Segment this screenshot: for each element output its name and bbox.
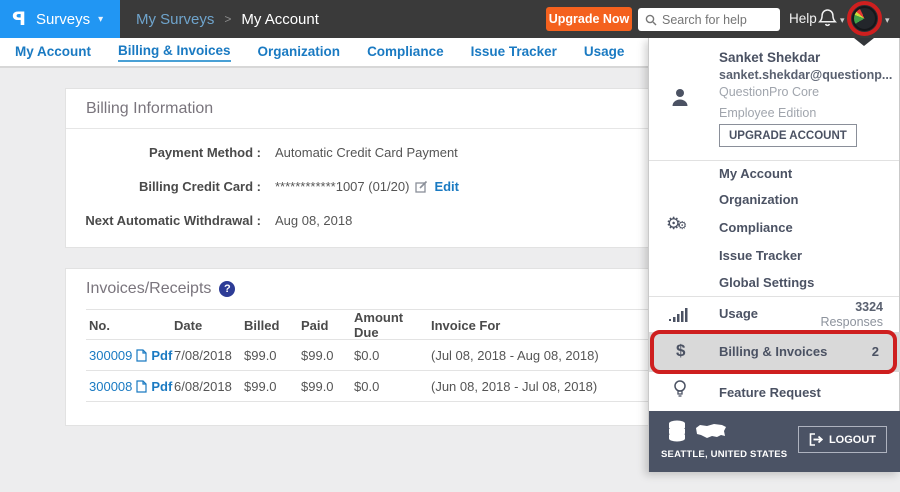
lightbulb-icon: [673, 380, 687, 398]
chevron-down-icon: ▾: [885, 15, 890, 26]
upgrade-account-button[interactable]: UPGRADE ACCOUNT: [719, 124, 857, 147]
payment-method-value: Automatic Credit Card Payment: [275, 145, 458, 160]
invoice-paid: $99.0: [301, 379, 354, 394]
next-withdrawal-value: Aug 08, 2018: [275, 213, 352, 228]
tab-usage[interactable]: Usage: [584, 44, 625, 61]
menu-item-feature-request[interactable]: Feature Request: [719, 385, 821, 400]
search-input[interactable]: [662, 13, 773, 27]
tab-issue-tracker[interactable]: Issue Tracker: [471, 44, 557, 61]
account-user-name: Sanket Shekdar: [719, 50, 820, 65]
divider: [649, 160, 899, 161]
billing-invoices-count: 2: [872, 344, 879, 359]
invoices-title: Invoices/Receipts: [86, 280, 211, 298]
user-avatar[interactable]: [852, 6, 877, 31]
datacenter-location-label: SEATTLE, UNITED STATES: [661, 449, 787, 460]
edit-credit-card-link[interactable]: Edit: [434, 179, 459, 194]
pdf-link[interactable]: Pdf: [151, 379, 172, 394]
tab-organization[interactable]: Organization: [258, 44, 341, 61]
help-question-icon[interactable]: ?: [219, 281, 235, 297]
account-edition: Employee Edition: [719, 106, 816, 120]
divider: [649, 296, 899, 297]
tab-compliance[interactable]: Compliance: [367, 44, 444, 61]
breadcrumb-separator: >: [224, 12, 231, 26]
dollar-icon: $: [676, 341, 685, 361]
pdf-link[interactable]: Pdf: [151, 348, 172, 363]
edit-pencil-icon[interactable]: [415, 180, 428, 193]
usa-map-icon: [695, 422, 727, 441]
help-link[interactable]: Help: [789, 11, 817, 26]
breadcrumb-current-page: My Account: [241, 11, 319, 28]
chevron-down-icon: ▾: [840, 15, 845, 26]
billing-credit-card-value: ************1007 (01/20): [275, 179, 409, 194]
menu-item-organization[interactable]: Organization: [719, 192, 798, 207]
usage-responses-count: 3324: [855, 300, 883, 314]
top-header: P Surveys ▾ My Surveys > My Account Upgr…: [0, 0, 900, 38]
account-user-email: sanket.shekdar@questionp...: [719, 68, 892, 82]
search-icon: [645, 14, 657, 26]
invoice-paid: $99.0: [301, 348, 354, 363]
pdf-file-icon[interactable]: [136, 380, 147, 393]
logout-button[interactable]: LOGOUT: [798, 426, 887, 453]
menu-item-global-settings[interactable]: Global Settings: [719, 275, 814, 290]
chevron-down-icon: ▾: [98, 14, 103, 25]
invoice-billed: $99.0: [244, 348, 301, 363]
pdf-file-icon[interactable]: [136, 349, 147, 362]
invoice-amount-due: $0.0: [354, 348, 431, 363]
col-paid: Paid: [301, 318, 354, 333]
menu-item-compliance[interactable]: Compliance: [719, 220, 793, 235]
invoice-number-link[interactable]: 300008: [89, 379, 132, 394]
dropdown-pointer: [854, 38, 874, 46]
billing-credit-card-label: Billing Credit Card :: [66, 179, 261, 194]
col-no: No.: [89, 318, 174, 333]
invoice-amount-due: $0.0: [354, 379, 431, 394]
logout-exit-icon: [809, 433, 823, 446]
usage-responses-unit: Responses: [820, 315, 883, 329]
help-search[interactable]: [638, 8, 780, 31]
tab-my-account[interactable]: My Account: [15, 44, 91, 61]
user-person-icon: [669, 86, 691, 108]
col-amount-due: Amount Due: [354, 310, 431, 340]
gears-settings-icon: ⚙⚙: [666, 214, 687, 234]
annotation-circle-avatar: [847, 1, 882, 36]
breadcrumb: My Surveys > My Account: [136, 0, 319, 38]
invoice-date: 6/08/2018: [174, 379, 244, 394]
next-withdrawal-label: Next Automatic Withdrawal :: [66, 213, 261, 228]
bar-chart-usage-icon: [669, 308, 689, 322]
invoice-date: 7/08/2018: [174, 348, 244, 363]
account-dropdown-panel: Sanket Shekdar sanket.shekdar@questionp.…: [648, 38, 900, 472]
account-product: QuestionPro Core: [719, 85, 819, 99]
menu-item-issue-tracker[interactable]: Issue Tracker: [719, 248, 802, 263]
menu-item-usage[interactable]: Usage: [719, 306, 758, 321]
tab-billing-invoices[interactable]: Billing & Invoices: [118, 43, 231, 62]
invoice-number-link[interactable]: 300009: [89, 348, 132, 363]
payment-method-label: Payment Method :: [66, 145, 261, 160]
invoice-billed: $99.0: [244, 379, 301, 394]
billing-information-title: Billing Information: [86, 100, 213, 118]
panel-footer: SEATTLE, UNITED STATES LOGOUT: [649, 411, 900, 472]
col-billed: Billed: [244, 318, 301, 333]
product-switcher[interactable]: P Surveys ▾: [0, 0, 120, 38]
col-date: Date: [174, 318, 244, 333]
logout-label: LOGOUT: [829, 434, 876, 446]
breadcrumb-my-surveys[interactable]: My Surveys: [136, 11, 214, 28]
upgrade-now-button[interactable]: Upgrade Now: [546, 7, 632, 31]
product-name: Surveys: [36, 11, 90, 28]
notifications-bell-icon[interactable]: [818, 8, 837, 29]
menu-item-my-account[interactable]: My Account: [719, 166, 792, 181]
billing-invoices-label[interactable]: Billing & Invoices: [719, 344, 827, 359]
questionpro-logo-icon: P: [12, 8, 26, 30]
server-database-icon: [667, 420, 687, 442]
